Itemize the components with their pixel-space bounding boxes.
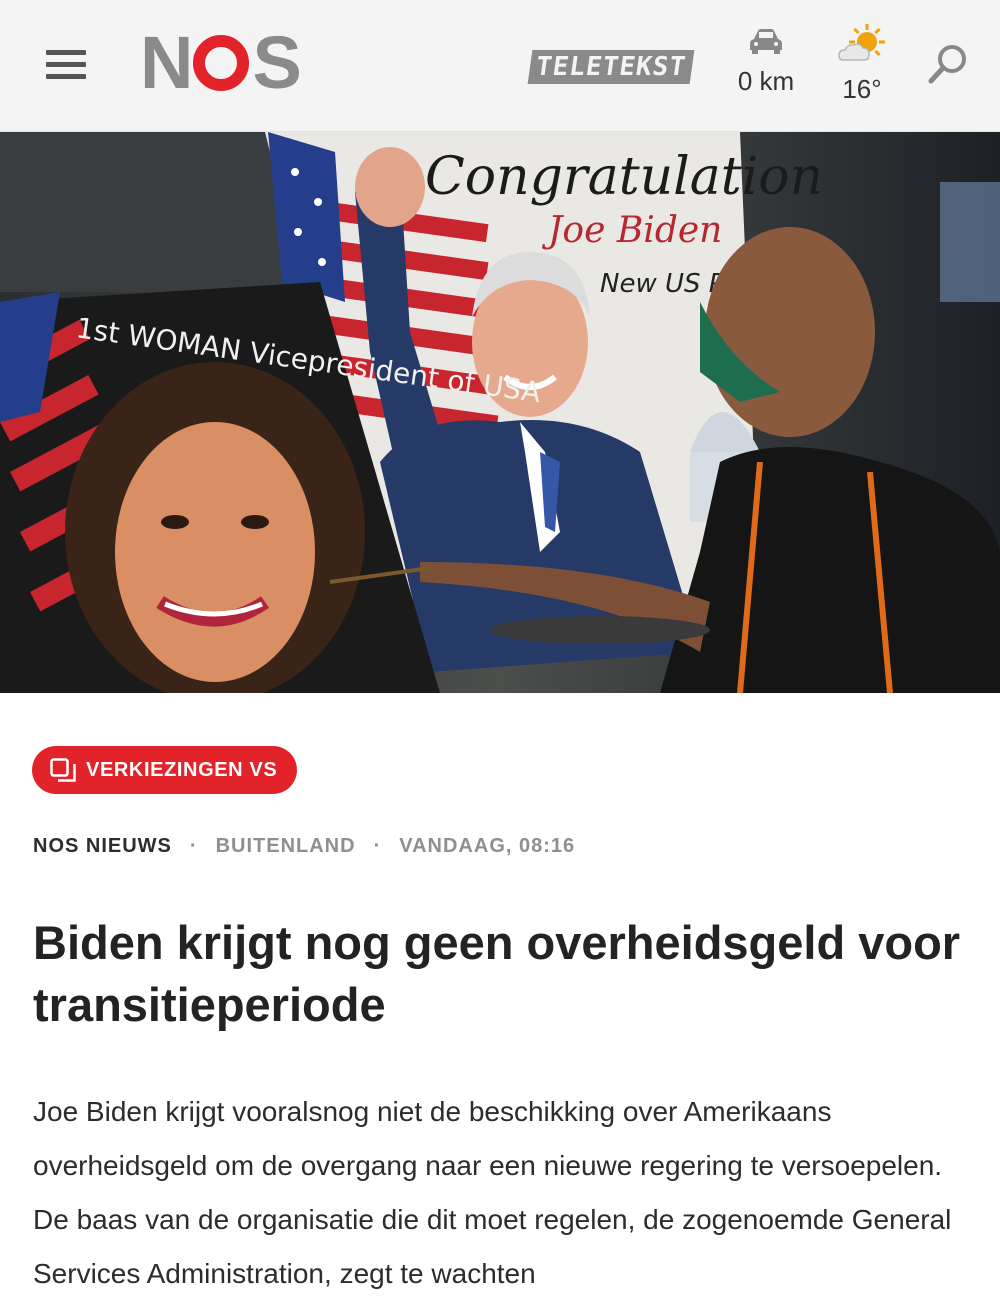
top-bar: NS TELETEKST 0 km 16° [0,0,1000,132]
search-icon[interactable] [926,42,970,86]
nos-logo[interactable]: NS [140,26,302,100]
meta-source: NOS NIEUWS [33,835,172,857]
meta-separator: · [189,835,198,857]
temperature-value: 16° [842,74,882,104]
hero-image: Congratulation Joe Biden New US Pre... 1… [0,132,1000,693]
traffic-widget[interactable]: 0 km [730,28,802,97]
meta-section-link[interactable]: BUITENLAND [216,835,356,858]
traffic-value: 0 km [737,66,795,96]
weather-sun-cloud-icon [838,24,885,61]
painting-name-text: Joe Biden [541,210,722,251]
article-title: Biden krijgt nog geen overheidsgeld voor… [33,916,961,1031]
teletekst-link[interactable]: TELETEKST [527,50,695,84]
car-icon [750,29,782,54]
painting-congratulation-text: Congratulation [425,147,823,207]
collection-icon [50,758,76,782]
article-lead: Joe Biden krijgt vooralsnog niet de besc… [33,1096,952,1289]
weather-widget[interactable]: 16° [828,22,896,105]
menu-icon[interactable] [46,50,86,80]
topic-tag-label: VERKIEZINGEN VS [86,758,278,781]
article-meta: NOS NIEUWS · BUITENLAND · VANDAAG, 08:16 [33,835,575,858]
meta-separator: · [373,835,382,857]
meta-time: VANDAAG, 08:16 [399,835,576,857]
topic-tag-button[interactable]: VERKIEZINGEN VS [32,746,298,794]
